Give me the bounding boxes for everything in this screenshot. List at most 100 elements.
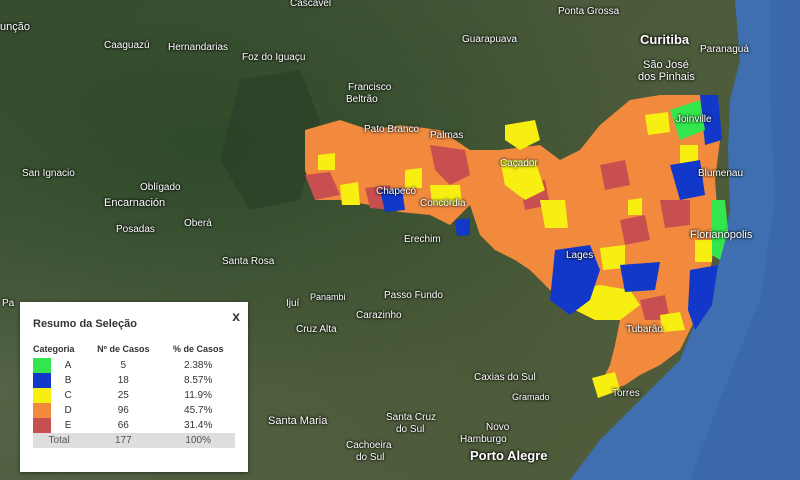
place-label: Concórdia — [420, 198, 466, 209]
zone-c-8 — [405, 168, 422, 188]
color-swatch — [33, 358, 51, 373]
place-label: Caxias do Sul — [474, 372, 536, 383]
table-row: C 25 11.9% — [33, 388, 235, 403]
place-label: Gramado — [512, 392, 550, 402]
place-label: Francisco — [348, 82, 392, 93]
place-label: Blumenau — [698, 168, 744, 179]
panel-title: Resumo da Seleção — [33, 318, 137, 330]
place-label: Panambi — [310, 292, 346, 302]
place-label: Hernandarias — [168, 42, 229, 53]
category-swatch — [33, 388, 51, 403]
place-label: Caçador — [500, 158, 538, 169]
percent-cell: 45.7% — [184, 405, 213, 416]
percent-cell: 8.57% — [184, 375, 213, 386]
category-swatch — [33, 373, 51, 388]
place-label: Passo Fundo — [384, 290, 443, 301]
table-row: B 18 8.57% — [33, 373, 235, 388]
place-label: do Sul — [356, 452, 385, 463]
percent-cell: 2.38% — [184, 360, 213, 371]
zone-c-1 — [505, 120, 540, 150]
category-cell: E — [64, 420, 72, 431]
percent-cell: 31.4% — [184, 420, 213, 431]
place-label: Pa — [2, 298, 15, 309]
cases-cell: 25 — [117, 390, 129, 401]
table-header-row: Categoria Nº de Casos % de Casos — [33, 342, 235, 358]
category-cell: B — [64, 375, 72, 386]
color-swatch — [33, 388, 51, 403]
zone-c-15 — [628, 198, 642, 215]
category-cell: A — [64, 360, 72, 371]
place-label: Paranaguá — [700, 44, 749, 55]
table-row: E 66 31.4% — [33, 418, 235, 433]
cases-cell: 96 — [117, 405, 129, 416]
percent-cell: 11.9% — [184, 390, 213, 401]
zone-e-8 — [660, 200, 690, 228]
place-label: dos Pinhais — [638, 71, 695, 83]
place-label: unção — [0, 21, 30, 33]
total-cases: 177 — [85, 433, 162, 448]
total-label: Total — [33, 433, 86, 448]
place-label: Lages — [566, 250, 594, 261]
zone-c-6 — [645, 112, 670, 135]
category-swatch — [33, 418, 51, 433]
place-label: Oberá — [184, 218, 212, 229]
place-label: Santa Maria — [268, 415, 328, 427]
place-label: Beltrão — [346, 94, 378, 105]
place-label: Curitiba — [640, 32, 690, 47]
col-header-percent: % de Casos — [172, 344, 224, 354]
summary-table: Categoria Nº de Casos % de Casos A 5 2.38%… — [33, 342, 235, 448]
place-label: Encarnación — [104, 197, 166, 209]
place-label: Cascavel — [290, 0, 332, 9]
category-cell: C — [64, 390, 72, 401]
place-label: Santa Rosa — [222, 256, 275, 267]
place-label: Pato Branco — [364, 124, 420, 135]
place-label: Guarapuava — [462, 34, 518, 45]
place-label: Carazinho — [356, 310, 402, 321]
place-label: Joinville — [676, 114, 712, 125]
zone-c-7 — [340, 182, 360, 205]
category-swatch — [33, 403, 51, 418]
zone-b-7 — [455, 218, 470, 236]
zone-e-4 — [600, 160, 630, 190]
total-row: Total 177 100% — [33, 433, 235, 448]
total-percent: 100% — [161, 433, 235, 448]
place-label: Hamburgo — [460, 434, 507, 445]
zone-b-2 — [620, 262, 660, 292]
col-header-category: Categoria — [33, 344, 75, 354]
place-label: San Ignacio — [22, 168, 75, 179]
category-swatch — [33, 358, 51, 373]
place-label: Oblígado — [140, 182, 181, 193]
cases-cell: 5 — [120, 360, 127, 371]
place-label: Ponta Grossa — [558, 6, 620, 17]
category-cell: D — [64, 405, 72, 416]
place-label: Santa Cruz — [386, 412, 437, 423]
place-label: Novo — [486, 422, 510, 433]
zone-c-9 — [318, 153, 335, 170]
place-label: Cruz Alta — [296, 324, 337, 335]
cases-cell: 66 — [117, 420, 129, 431]
place-label: Erechim — [404, 234, 441, 245]
place-label: Porto Alegre — [470, 448, 548, 463]
place-label: São José — [643, 59, 689, 71]
place-label: Palmas — [430, 130, 464, 141]
table-row: A 5 2.38% — [33, 358, 235, 373]
table-row: D 96 45.7% — [33, 403, 235, 418]
place-label: Foz do Iguaçu — [242, 52, 306, 63]
cases-cell: 18 — [117, 375, 129, 386]
color-swatch — [33, 403, 51, 418]
place-label: do Sul — [396, 424, 425, 435]
color-swatch — [33, 418, 51, 433]
zone-c-12 — [695, 240, 712, 262]
place-label: Posadas — [116, 224, 155, 235]
zone-e-5 — [620, 215, 650, 245]
color-swatch — [33, 373, 51, 388]
place-label: Caaguazú — [104, 40, 150, 51]
selection-summary-panel: Resumo da Seleção x Categoria Nº de Caso… — [20, 302, 248, 472]
place-label: Torres — [612, 388, 640, 399]
place-label: Ijuí — [286, 298, 300, 309]
place-label: Chapecó — [376, 186, 417, 197]
col-header-cases: Nº de Casos — [97, 344, 150, 354]
place-label: Tubarão — [626, 324, 663, 335]
close-button[interactable]: x — [232, 308, 240, 324]
place-label: Florianópolis — [690, 229, 753, 241]
